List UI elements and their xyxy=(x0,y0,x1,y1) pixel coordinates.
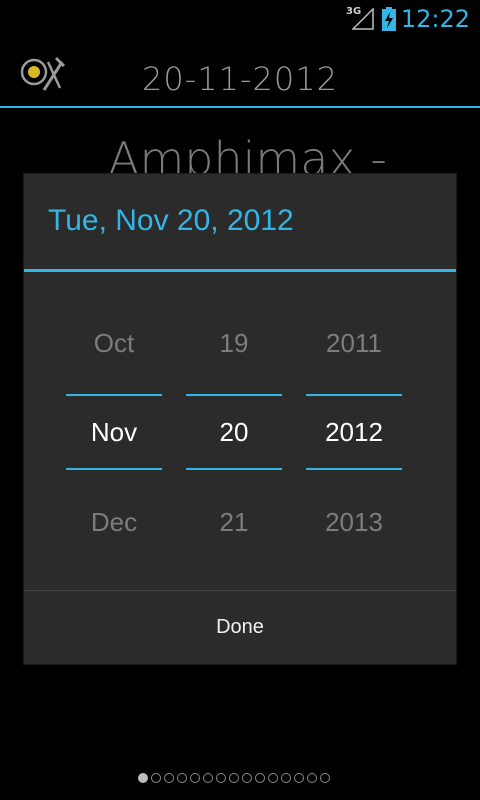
month-selection-line-top xyxy=(66,394,162,396)
current-date-title[interactable]: 20-11-2012 xyxy=(0,60,480,98)
month-current[interactable]: Nov xyxy=(66,417,162,448)
day-next[interactable]: 21 xyxy=(186,507,282,538)
page-dot[interactable] xyxy=(138,773,148,783)
month-selection-line-bottom xyxy=(66,468,162,470)
month-picker[interactable]: Oct Nov Dec xyxy=(66,310,162,540)
page-dot[interactable] xyxy=(281,773,291,783)
month-next[interactable]: Dec xyxy=(66,507,162,538)
status-bar: 3G 12:22 xyxy=(0,0,480,38)
page-dot[interactable] xyxy=(151,773,161,783)
page-dot[interactable] xyxy=(268,773,278,783)
day-picker[interactable]: 19 20 21 xyxy=(186,310,282,540)
page-dot[interactable] xyxy=(203,773,213,783)
page-dot[interactable] xyxy=(242,773,252,783)
year-picker[interactable]: 2011 2012 2013 xyxy=(306,310,402,540)
page-dot[interactable] xyxy=(190,773,200,783)
day-prev[interactable]: 19 xyxy=(186,328,282,359)
date-picker-dialog: Tue, Nov 20, 2012 Oct Nov Dec 19 20 21 2… xyxy=(24,174,456,664)
page-dot[interactable] xyxy=(164,773,174,783)
page-dot[interactable] xyxy=(229,773,239,783)
dialog-title-divider xyxy=(24,269,456,272)
battery-charging-icon xyxy=(382,7,396,31)
page-dot[interactable] xyxy=(294,773,304,783)
day-selection-line-bottom xyxy=(186,468,282,470)
year-selection-line-top xyxy=(306,394,402,396)
year-prev[interactable]: 2011 xyxy=(306,328,402,359)
page-dot[interactable] xyxy=(255,773,265,783)
page-dot[interactable] xyxy=(307,773,317,783)
action-bar: 20-11-2012 xyxy=(0,38,480,108)
status-clock: 12:22 xyxy=(400,5,470,33)
month-prev[interactable]: Oct xyxy=(66,328,162,359)
page-dot[interactable] xyxy=(320,773,330,783)
day-selection-line-top xyxy=(186,394,282,396)
dialog-title: Tue, Nov 20, 2012 xyxy=(48,204,294,237)
year-selection-line-bottom xyxy=(306,468,402,470)
year-next[interactable]: 2013 xyxy=(306,507,402,538)
page-indicator xyxy=(138,773,332,785)
action-bar-divider xyxy=(0,106,480,108)
page-dot[interactable] xyxy=(177,773,187,783)
year-current[interactable]: 2012 xyxy=(306,417,402,448)
signal-strength-icon xyxy=(352,8,374,30)
page-dot[interactable] xyxy=(216,773,226,783)
done-button[interactable]: Done xyxy=(24,591,456,664)
day-current[interactable]: 20 xyxy=(186,417,282,448)
